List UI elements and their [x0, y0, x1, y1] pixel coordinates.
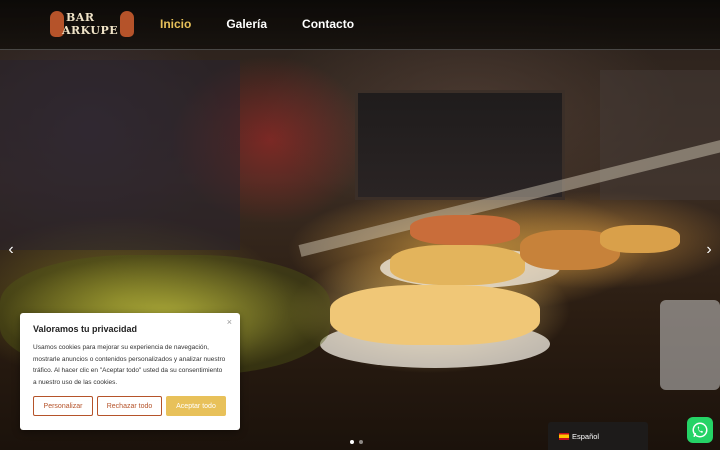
- carousel-dot[interactable]: [359, 440, 363, 444]
- main-nav: Inicio Galería Contacto: [160, 17, 389, 31]
- nav-link-inicio[interactable]: Inicio: [160, 17, 191, 31]
- logo-text: BAR ARKUPE: [62, 11, 122, 37]
- tortilla: [330, 285, 540, 345]
- cookie-buttons: Personalizar Rechazar todo Aceptar todo: [33, 396, 227, 416]
- carousel-dot[interactable]: [350, 440, 354, 444]
- logo-line1: BAR: [66, 11, 95, 24]
- whatsapp-button[interactable]: [687, 417, 713, 443]
- pintxos: [600, 225, 680, 253]
- coffee-machine: [0, 60, 240, 250]
- menu-board: [355, 90, 565, 200]
- language-label: Español: [572, 431, 600, 441]
- bar-arkupe-logo[interactable]: BAR ARKUPE: [50, 9, 134, 39]
- reject-all-button[interactable]: Rechazar todo: [97, 396, 162, 416]
- tortilla: [390, 245, 525, 285]
- ice-bucket: [660, 300, 720, 390]
- whatsapp-icon: [692, 422, 708, 438]
- logo-right-emblem: [120, 11, 134, 37]
- language-selector[interactable]: Español: [548, 422, 648, 450]
- nav-link-contacto[interactable]: Contacto: [302, 17, 354, 31]
- close-icon[interactable]: ×: [227, 317, 232, 327]
- cookie-body-text: Usamos cookies para mejorar su experienc…: [33, 344, 226, 386]
- spain-flag-icon: [559, 432, 569, 440]
- cookie-consent-dialog: × Valoramos tu privacidad Usamos cookies…: [20, 313, 240, 430]
- carousel-dots: [350, 440, 363, 444]
- chevron-right-icon[interactable]: ›: [702, 240, 716, 260]
- logo-line2: ARKUPE: [62, 24, 119, 37]
- pintxos: [410, 215, 520, 245]
- glass-rack: [600, 70, 720, 200]
- customize-button[interactable]: Personalizar: [33, 396, 93, 416]
- nav-link-galeria[interactable]: Galería: [226, 17, 267, 31]
- accept-all-button[interactable]: Aceptar todo: [166, 396, 226, 416]
- cookie-title: Valoramos tu privacidad: [33, 324, 138, 334]
- site-header: BAR ARKUPE Inicio Galería Contacto: [0, 0, 720, 50]
- chevron-left-icon[interactable]: ‹: [4, 240, 18, 260]
